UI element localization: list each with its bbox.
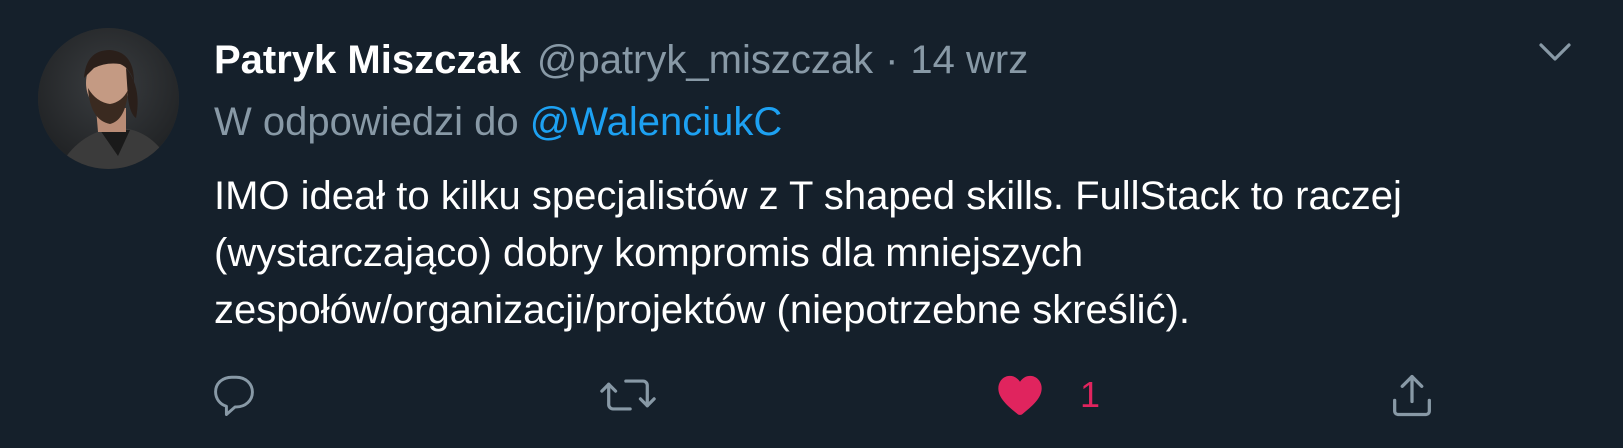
tweet-header: Patryk Miszczak @patryk_miszczak · 14 wr… [214,38,1028,88]
tweet-text: IMO ideał to kilku specjalistów z T shap… [214,168,1554,339]
author-name[interactable]: Patryk Miszczak [214,38,521,83]
more-options-button[interactable] [1535,36,1575,66]
share-icon [1393,374,1431,417]
reply-button[interactable] [208,360,260,430]
like-button[interactable]: 1 [994,360,1100,430]
reply-icon [214,375,254,416]
tweet-text-line: IMO ideał to kilku specjalistów z T shap… [214,174,1402,218]
avatar-photo [38,28,179,169]
like-count: 1 [1080,374,1101,415]
tweet-text-line: zespołów/organizacji/projektów (niepotrz… [214,288,1190,332]
heart-icon [998,375,1042,415]
tweet-date[interactable]: 14 wrz [910,38,1028,83]
tweet[interactable]: Patryk Miszczak @patryk_miszczak · 14 wr… [0,0,1623,448]
chevron-down-icon [1539,43,1571,61]
tweet-text-line: (wystarczająco) dobry kompromis dla mnie… [214,231,1084,275]
reply-to-mention[interactable]: @WalenciukC [530,100,783,144]
reply-prefix: W odpowiedzi do [214,100,530,144]
author-handle[interactable]: @patryk_miszczak [537,38,873,83]
avatar[interactable] [38,28,179,169]
share-button[interactable] [1386,360,1438,430]
retweet-icon [600,379,656,411]
tweet-actions: 1 [0,360,1623,430]
reply-context: W odpowiedzi do @WalenciukC [214,100,782,145]
retweet-button[interactable] [598,360,658,430]
separator-dot: · [885,38,899,82]
